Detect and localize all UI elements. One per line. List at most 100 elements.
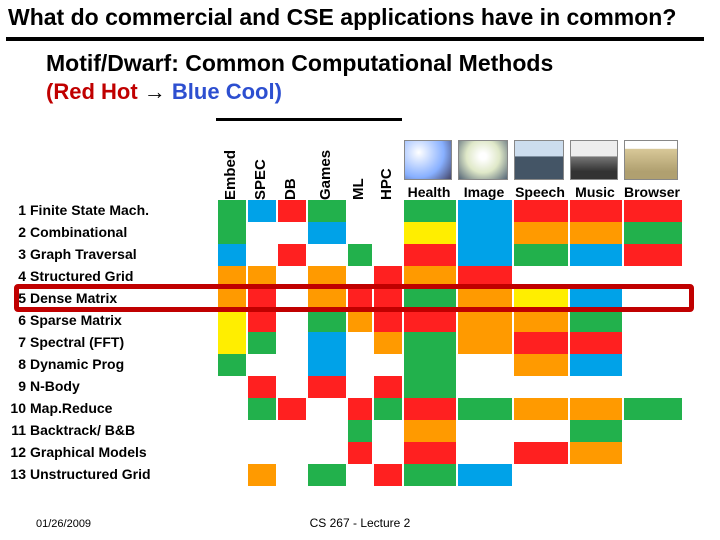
table-row: 10Map.Reduce	[6, 398, 720, 420]
row-label: Backtrack/ B&B	[30, 422, 200, 438]
heat-cell	[568, 310, 622, 332]
heat-cell	[216, 288, 246, 310]
heat-cell	[402, 310, 456, 332]
heat-cell	[568, 420, 622, 442]
heat-cell	[568, 200, 622, 222]
heat-cell	[276, 420, 306, 442]
table-row: 11Backtrack/ B&B	[6, 420, 720, 442]
heat-cell	[512, 310, 568, 332]
row-number: 3	[6, 246, 26, 262]
heat-cell	[276, 222, 306, 244]
heat-cell	[456, 288, 512, 310]
heat-cell	[306, 332, 346, 354]
col-header-hpc: HPC	[378, 120, 395, 200]
heat-cell	[346, 354, 372, 376]
col-header-spec: SPEC	[252, 120, 269, 200]
heat-cell	[276, 354, 306, 376]
heat-cell	[372, 442, 402, 464]
heat-cell	[246, 332, 276, 354]
heat-cell	[216, 200, 246, 222]
col-header-music: Music	[568, 184, 622, 200]
slide-title: What do commercial and CSE applications …	[8, 4, 712, 31]
color-legend: (Red Hot → Blue Cool)	[46, 79, 282, 105]
heat-cell	[456, 332, 512, 354]
heat-cell	[246, 266, 276, 288]
row-label: Map.Reduce	[30, 400, 200, 416]
row-label: Graph Traversal	[30, 246, 200, 262]
heat-cell	[568, 398, 622, 420]
heat-cell	[372, 464, 402, 486]
row-label: Spectral (FFT)	[30, 334, 200, 350]
heat-cell	[622, 332, 682, 354]
heat-cell	[402, 464, 456, 486]
heat-cell	[276, 398, 306, 420]
heat-cell	[276, 200, 306, 222]
row-number: 6	[6, 312, 26, 328]
heat-cell	[306, 354, 346, 376]
heat-cell	[346, 376, 372, 398]
heat-cell	[402, 398, 456, 420]
row-label: Combinational	[30, 224, 200, 240]
heat-cell	[568, 222, 622, 244]
heat-cell	[622, 310, 682, 332]
heat-cell	[346, 222, 372, 244]
heat-cell	[276, 332, 306, 354]
heat-cell	[276, 310, 306, 332]
col-header-browse: Browser	[622, 184, 682, 200]
heat-cell	[306, 398, 346, 420]
footer-lecture: CS 267 - Lecture 2	[0, 516, 720, 530]
heat-cell	[456, 244, 512, 266]
heat-cell	[372, 266, 402, 288]
heat-cell	[372, 332, 402, 354]
row-number: 2	[6, 224, 26, 240]
heat-cell	[402, 354, 456, 376]
heat-cell	[246, 310, 276, 332]
table-row: 13Unstructured Grid	[6, 464, 720, 486]
heat-cell	[512, 200, 568, 222]
row-label: Sparse Matrix	[30, 312, 200, 328]
table-row: 7Spectral (FFT)	[6, 332, 720, 354]
heat-cell	[346, 464, 372, 486]
heat-cell	[216, 244, 246, 266]
heatmap-chart: EmbedSPECDBGamesMLHPCHealthImageSpeechMu…	[6, 120, 720, 486]
heat-cell	[622, 288, 682, 310]
row-number: 8	[6, 356, 26, 372]
column-headers: EmbedSPECDBGamesMLHPCHealthImageSpeechMu…	[6, 120, 720, 200]
row-label: Unstructured Grid	[30, 466, 200, 482]
heat-cell	[512, 222, 568, 244]
heat-cell	[216, 266, 246, 288]
heat-cell	[568, 266, 622, 288]
heat-cell	[346, 244, 372, 266]
heat-cell	[372, 200, 402, 222]
heat-cell	[246, 288, 276, 310]
heat-cell	[456, 420, 512, 442]
col-header-db: DB	[282, 120, 299, 200]
row-number: 4	[6, 268, 26, 284]
heat-cell	[372, 398, 402, 420]
heat-cell	[346, 266, 372, 288]
heat-cell	[306, 244, 346, 266]
heat-cell	[456, 310, 512, 332]
heat-cell	[568, 464, 622, 486]
heat-cell	[246, 420, 276, 442]
heat-cell	[568, 442, 622, 464]
heat-cell	[216, 442, 246, 464]
heat-cell	[402, 244, 456, 266]
title-rule	[6, 37, 704, 41]
col-thumb-browse	[624, 140, 678, 180]
heat-cell	[346, 288, 372, 310]
heat-cell	[512, 376, 568, 398]
table-row: 12Graphical Models	[6, 442, 720, 464]
heat-cell	[306, 310, 346, 332]
heat-cell	[306, 222, 346, 244]
heat-cell	[568, 332, 622, 354]
table-row: 8Dynamic Prog	[6, 354, 720, 376]
col-thumb-health	[404, 140, 452, 180]
heat-cell	[276, 376, 306, 398]
heat-cell	[456, 464, 512, 486]
heat-cell	[246, 398, 276, 420]
heat-cell	[372, 354, 402, 376]
row-label: Dense Matrix	[30, 290, 200, 306]
heat-cell	[246, 464, 276, 486]
heat-cell	[568, 244, 622, 266]
